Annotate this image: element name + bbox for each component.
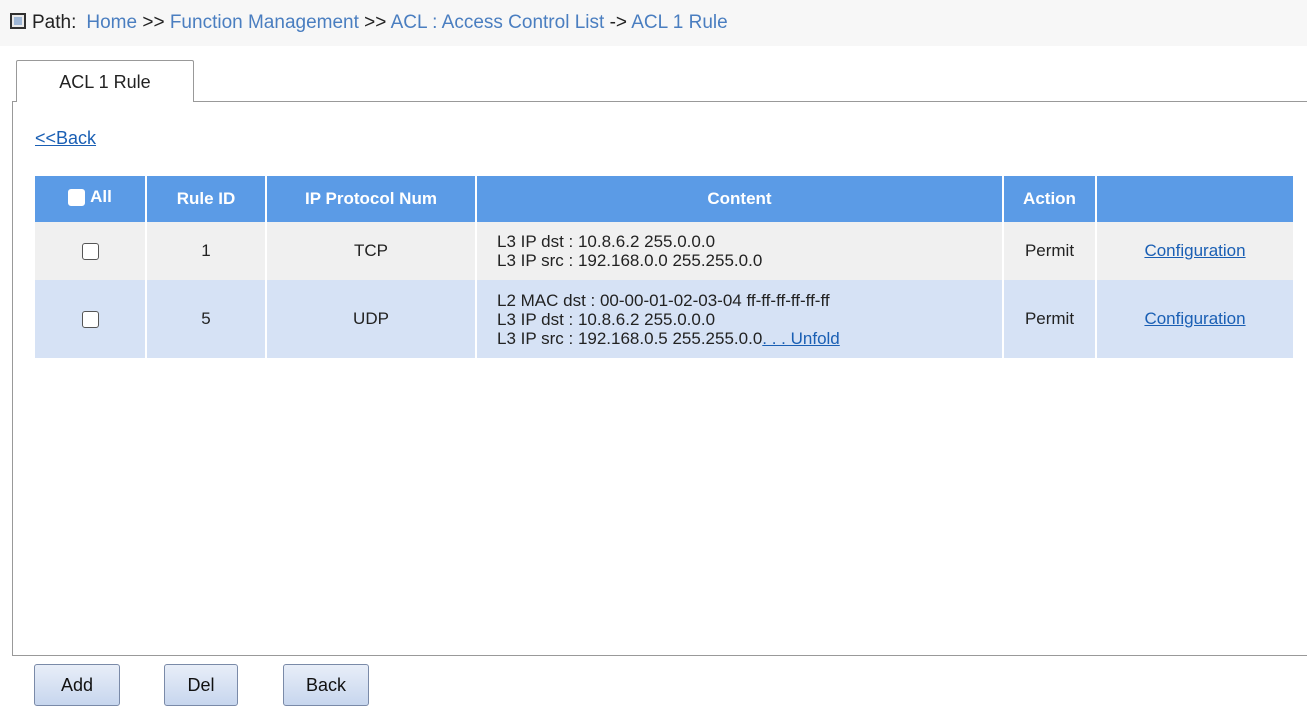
content-cell: L2 MAC dst : 00-00-01-02-03-04 ff-ff-ff-… (476, 280, 1004, 358)
content-cell: L3 IP dst : 10.8.6.2 255.0.0.0 L3 IP src… (476, 222, 1004, 280)
breadcrumb-separator: -> (609, 12, 627, 33)
path-icon (10, 13, 26, 29)
select-all-checkbox[interactable] (68, 188, 86, 206)
back-button[interactable]: Back (283, 664, 369, 706)
breadcrumb-acl-rule[interactable]: ACL 1 Rule (631, 12, 727, 33)
unfold-link[interactable]: . . . Unfold (762, 329, 839, 348)
content-line: L3 IP dst : 10.8.6.2 255.0.0.0 (497, 309, 716, 329)
panel-border-left (12, 101, 13, 656)
config-header (1096, 176, 1293, 222)
breadcrumb-separator: >> (142, 12, 165, 33)
back-link[interactable]: <<Back (35, 128, 96, 149)
content-line: L3 IP src : 192.168.0.5 255.255.0.0 (497, 328, 763, 348)
content-line: L3 IP dst : 10.8.6.2 255.0.0.0 (497, 232, 716, 251)
content-header: Content (476, 176, 1004, 222)
row-checkbox[interactable] (81, 243, 99, 261)
protocol-cell: TCP (266, 222, 477, 280)
rule-id-cell: 5 (146, 280, 267, 358)
breadcrumb-acl[interactable]: ACL : Access Control List (391, 12, 605, 33)
breadcrumb: Path: Home >> Function Management >> ACL … (0, 0, 1307, 46)
acl-rule-table: All Rule ID IP Protocol Num Content Acti… (35, 176, 1293, 358)
table-header-row: All Rule ID IP Protocol Num Content Acti… (35, 176, 1293, 222)
tab-divider (12, 101, 1307, 102)
rule-id-header: Rule ID (146, 176, 267, 222)
breadcrumb-separator: >> (364, 12, 387, 33)
add-button[interactable]: Add (34, 664, 120, 706)
table-row: 5 UDP L2 MAC dst : 00-00-01-02-03-04 ff-… (35, 280, 1293, 358)
rule-id-cell: 1 (146, 222, 267, 280)
protocol-cell: UDP (266, 280, 477, 358)
del-button[interactable]: Del (164, 664, 238, 706)
action-cell: Permit (1003, 222, 1097, 280)
content-line: L2 MAC dst : 00-00-01-02-03-04 ff-ff-ff-… (497, 290, 830, 310)
content-line-last: L3 IP src : 192.168.0.5 255.255.0.0. . .… (497, 329, 1001, 348)
configuration-link[interactable]: Configuration (1144, 241, 1245, 260)
ip-protocol-header: IP Protocol Num (266, 176, 477, 222)
select-all-header[interactable]: All (35, 176, 147, 222)
select-all-label: All (90, 187, 112, 207)
tab-acl-1-rule[interactable]: ACL 1 Rule (16, 60, 194, 102)
configuration-link[interactable]: Configuration (1144, 309, 1245, 328)
breadcrumb-home[interactable]: Home (86, 12, 137, 33)
row-checkbox[interactable] (81, 311, 99, 329)
action-header: Action (1003, 176, 1097, 222)
breadcrumb-function-management[interactable]: Function Management (170, 12, 359, 33)
path-label: Path: (32, 12, 77, 33)
table-row: 1 TCP L3 IP dst : 10.8.6.2 255.0.0.0 L3 … (35, 222, 1293, 280)
content-line: L3 IP src : 192.168.0.0 255.255.0.0 (497, 251, 763, 270)
panel-border-bottom (12, 655, 1307, 656)
action-cell: Permit (1003, 280, 1097, 358)
